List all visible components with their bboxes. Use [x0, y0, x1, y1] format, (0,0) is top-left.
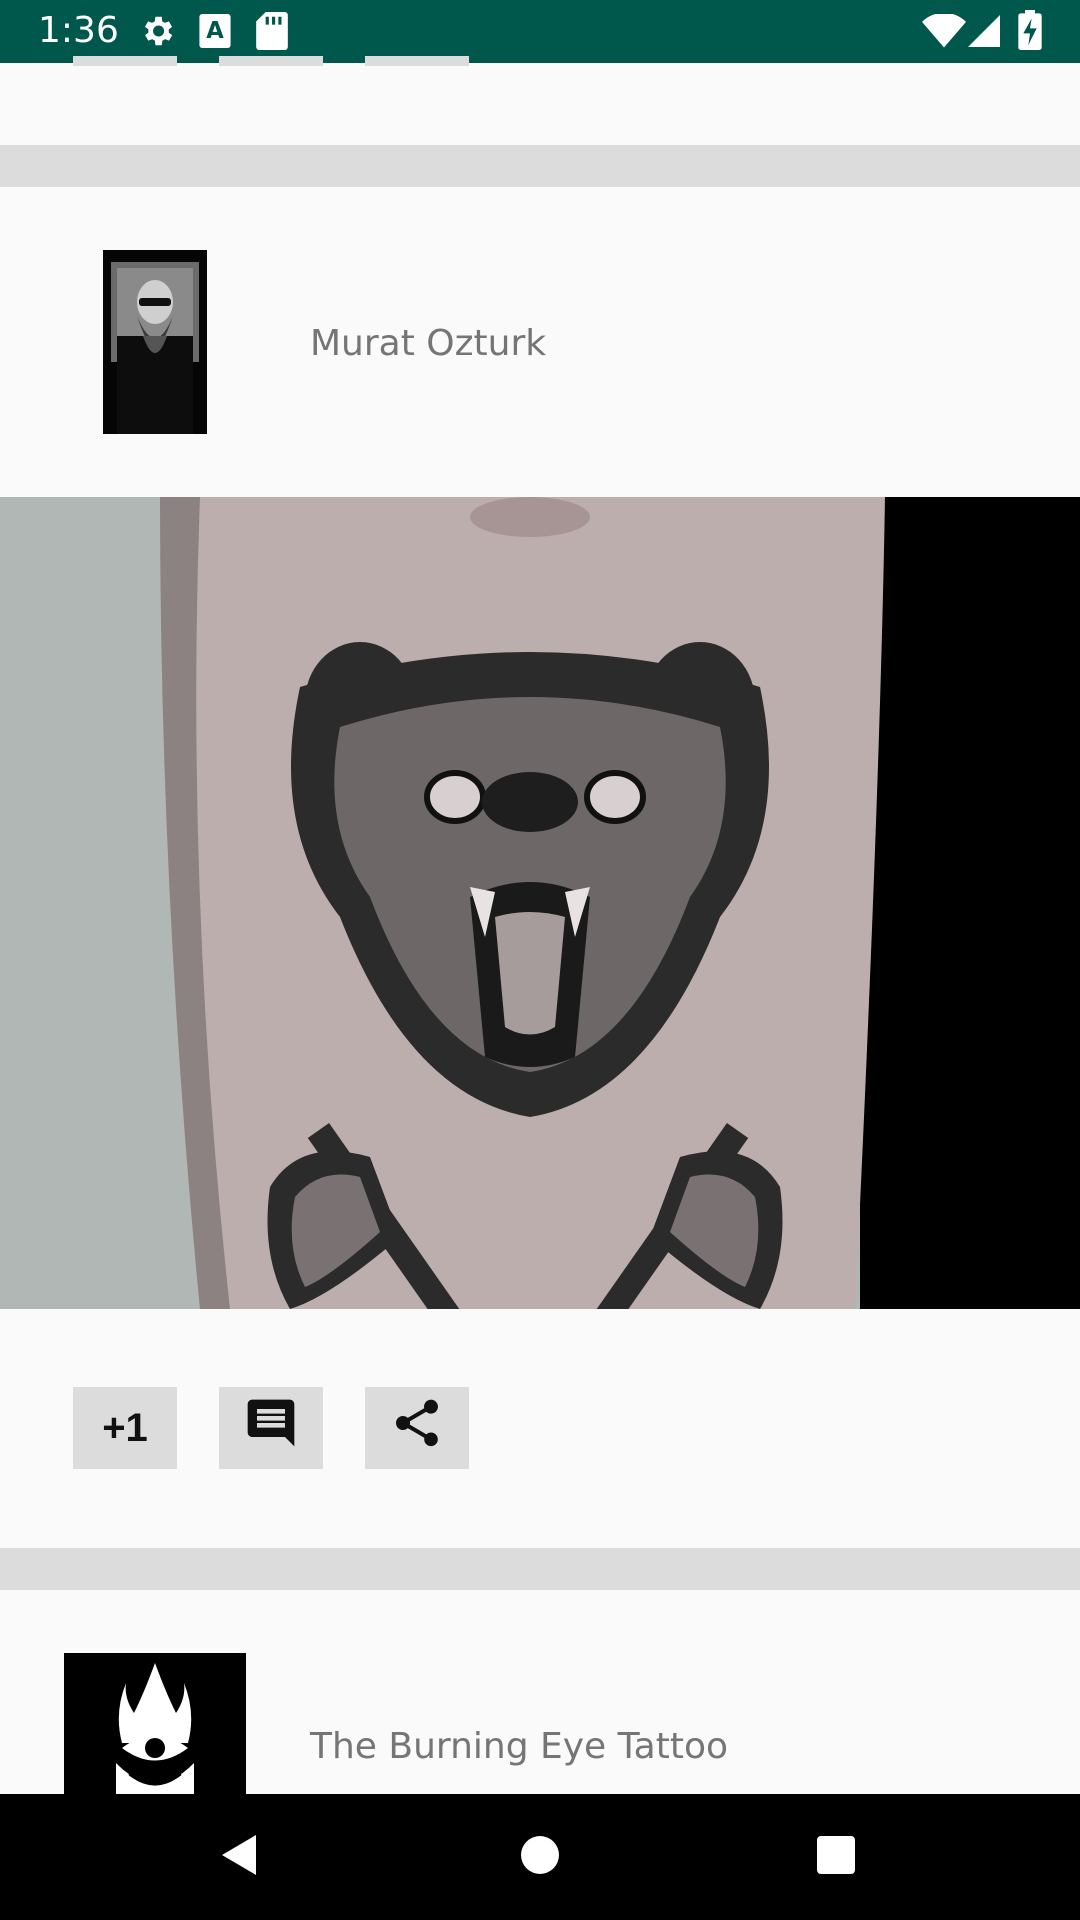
plus-one-button[interactable]: +1	[73, 1387, 177, 1469]
comment-button-previous[interactable]	[219, 56, 323, 66]
battery-charging-icon	[1018, 10, 1042, 55]
recents-icon[interactable]	[815, 1827, 859, 1888]
burning-eye-logo	[64, 1653, 246, 1794]
signal-icon	[968, 14, 1000, 53]
gear-icon	[138, 12, 176, 55]
author-avatar[interactable]	[64, 1653, 246, 1794]
home-icon[interactable]	[518, 1827, 562, 1888]
post-image[interactable]	[0, 497, 1080, 1309]
author-name[interactable]: The Burning Eye Tattoo	[310, 1725, 728, 1769]
sd-card-icon	[256, 12, 288, 55]
font-a-icon: A	[198, 12, 232, 55]
comment-button[interactable]	[219, 1387, 323, 1469]
author-avatar[interactable]	[103, 250, 207, 434]
share-icon	[389, 1395, 445, 1461]
author-name[interactable]: Murat Ozturk	[310, 322, 546, 366]
tattoo-photo	[0, 497, 1080, 1309]
status-bar: 1:36 A	[0, 0, 1080, 63]
share-button-previous[interactable]	[365, 56, 469, 66]
wifi-icon	[922, 12, 966, 53]
svg-text:A: A	[206, 18, 224, 44]
status-time: 1:36	[38, 10, 119, 51]
share-button[interactable]	[365, 1387, 469, 1469]
back-icon[interactable]	[214, 1827, 264, 1888]
navigation-bar	[0, 1794, 1080, 1920]
post-divider	[0, 145, 1080, 187]
plus-one-button-previous[interactable]	[73, 56, 177, 66]
comment-icon	[243, 1395, 299, 1461]
plus-one-label: +1	[102, 1405, 148, 1450]
author-photo	[103, 250, 207, 434]
post-divider	[0, 1548, 1080, 1590]
